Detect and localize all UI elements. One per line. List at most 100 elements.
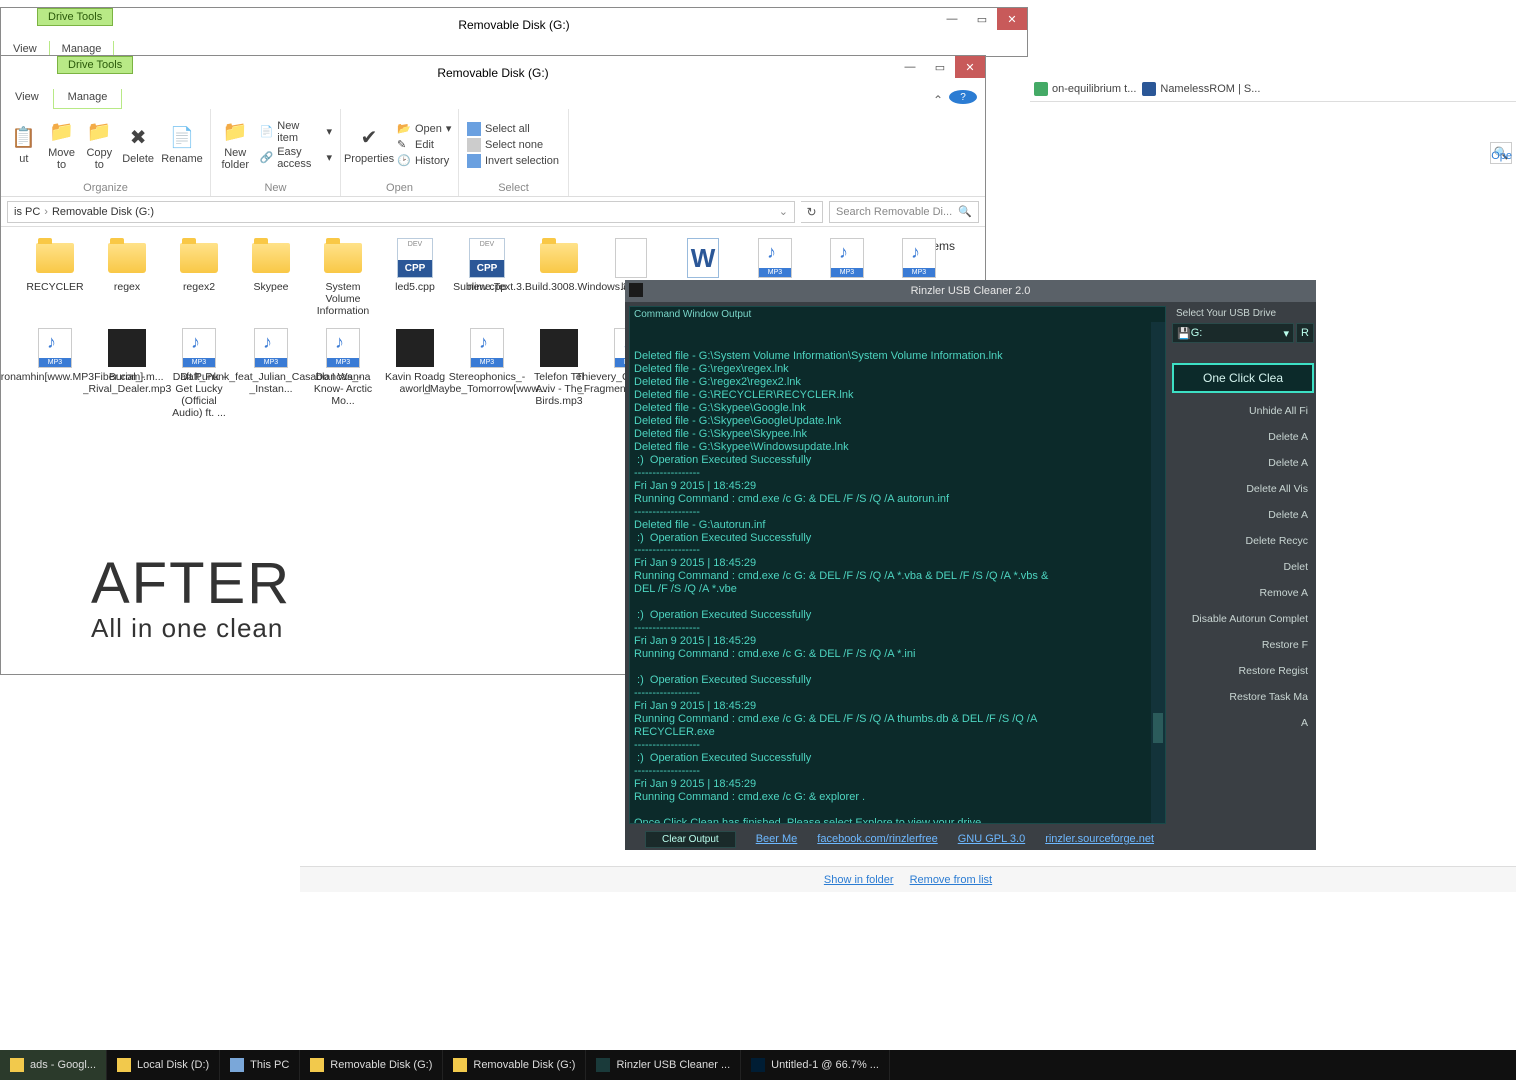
file-name: regex2 <box>183 281 215 293</box>
file-icon <box>394 327 436 369</box>
browser-tabs: on-equilibrium t... NamelessROM | S... <box>1030 76 1516 102</box>
remove-from-list-link[interactable]: Remove from list <box>910 874 993 886</box>
open-link[interactable]: Ope <box>1491 150 1512 162</box>
select-all-button[interactable]: Select all <box>467 122 559 136</box>
rinzler-action-button[interactable]: Delete All Vis <box>1172 479 1314 499</box>
caption-after: AFTER All in one clean <box>91 550 291 644</box>
drive-select[interactable]: 💾 G:▾ <box>1172 323 1294 343</box>
file-icon: DEVCPP <box>466 237 508 279</box>
taskbar-icon <box>751 1058 765 1072</box>
tab-view[interactable]: View <box>1 89 53 109</box>
sourceforge-link[interactable]: rinzler.sourceforge.net <box>1045 833 1154 845</box>
rinzler-action-button[interactable]: Delete A <box>1172 427 1314 447</box>
edit-button[interactable]: ✎Edit <box>397 138 451 152</box>
file-item[interactable]: MP3Borsha_Shironamhin[www.MP3Fiber.com].… <box>21 327 89 419</box>
rinzler-action-button[interactable]: Delet <box>1172 557 1314 577</box>
show-in-folder-link[interactable]: Show in folder <box>824 874 894 886</box>
file-item[interactable]: Burial_-_Rival_Dealer.mp3 <box>93 327 161 419</box>
taskbar-button[interactable]: This PC <box>220 1050 300 1080</box>
file-icon <box>34 237 76 279</box>
taskbar-icon <box>596 1058 610 1072</box>
rinzler-action-button[interactable]: Delete A <box>1172 453 1314 473</box>
browser-tab[interactable]: NamelessROM | S... <box>1142 82 1260 96</box>
taskbar-button[interactable]: Removable Disk (G:) <box>300 1050 443 1080</box>
search-input[interactable]: Search Removable Di... 🔍 <box>829 201 979 223</box>
select-none-button[interactable]: Select none <box>467 138 559 152</box>
refresh-drives-button[interactable]: R <box>1296 323 1314 343</box>
file-item[interactable]: regex2 <box>165 237 233 317</box>
taskbar-button[interactable]: ads - Googl... <box>0 1050 107 1080</box>
file-icon: DEVCPP <box>394 237 436 279</box>
file-icon: MP3 <box>322 327 364 369</box>
gpl-link[interactable]: GNU GPL 3.0 <box>958 833 1025 845</box>
maximize-button[interactable]: ▭ <box>925 56 955 78</box>
rinzler-action-button[interactable]: Remove A <box>1172 583 1314 603</box>
easy-access-button[interactable]: 🔗Easy access ▾ <box>259 146 332 170</box>
file-icon: MP3 <box>754 237 796 279</box>
rinzler-titlebar[interactable]: Rinzler USB Cleaner 2.0 <box>625 280 1316 302</box>
browser-tab[interactable]: on-equilibrium t... <box>1034 82 1136 96</box>
rename-button[interactable]: 📄Rename <box>162 125 202 165</box>
rinzler-action-button[interactable]: Delete Recyc <box>1172 531 1314 551</box>
scrollbar[interactable] <box>1151 322 1165 823</box>
taskbar-button[interactable]: Removable Disk (G:) <box>443 1050 586 1080</box>
close-button[interactable]: ✕ <box>955 56 985 78</box>
breadcrumb[interactable]: is PC › Removable Disk (G:) ⌄ <box>7 201 795 223</box>
taskbar-icon <box>230 1058 244 1072</box>
history-button[interactable]: 🕑History <box>397 154 451 168</box>
file-item[interactable]: MP3Stereophonics_-_Maybe_Tomorrow[www...… <box>453 327 521 419</box>
file-item[interactable]: DEVCPPled5.cpp <box>381 237 449 317</box>
rinzler-action-button[interactable]: Disable Autorun Complet <box>1172 609 1314 629</box>
dropdown-icon[interactable]: ⌄ <box>779 205 788 218</box>
refresh-button[interactable]: ↻ <box>801 201 823 223</box>
taskbar-icon <box>453 1058 467 1072</box>
properties-button[interactable]: ✔Properties <box>349 125 389 165</box>
rinzler-action-button[interactable]: Restore Regist <box>1172 661 1314 681</box>
file-item[interactable]: MP3Daft_Punk_feat_Julian_Casablancas_-_I… <box>237 327 305 419</box>
close-button[interactable]: ✕ <box>997 8 1027 30</box>
clear-output-button[interactable]: Clear Output <box>645 831 736 848</box>
delete-button[interactable]: ✖Delete <box>122 125 154 165</box>
rinzler-action-button[interactable]: Delete A <box>1172 505 1314 525</box>
file-icon <box>250 237 292 279</box>
help-icon[interactable]: ? <box>949 90 977 104</box>
file-item[interactable]: regex <box>93 237 161 317</box>
taskbar-button[interactable]: Untitled-1 @ 66.7% ... <box>741 1050 890 1080</box>
rinzler-action-button[interactable]: Restore Task Ma <box>1172 687 1314 707</box>
rinzler-action-button[interactable]: Unhide All Fi <box>1172 401 1314 421</box>
move-to-button[interactable]: 📁Move to <box>47 119 77 171</box>
rinzler-action-button[interactable]: Restore F <box>1172 635 1314 655</box>
minimize-button[interactable]: — <box>895 56 925 78</box>
new-folder-button[interactable]: 📁New folder <box>219 119 251 171</box>
file-icon: MP3 <box>826 237 868 279</box>
beer-me-link[interactable]: Beer Me <box>756 833 798 845</box>
copy-to-button[interactable]: 📁Copy to <box>84 119 114 171</box>
file-item[interactable]: MP3Do I Wanna Know- Arctic Mo... <box>309 327 377 419</box>
rinzler-action-button[interactable]: A <box>1172 713 1314 733</box>
minimize-button[interactable]: — <box>937 8 967 30</box>
select-drive-label: Select Your USB Drive <box>1172 306 1314 321</box>
breadcrumb-drive[interactable]: Removable Disk (G:) <box>52 206 154 218</box>
open-button[interactable]: 📂Open ▾ <box>397 122 451 136</box>
facebook-link[interactable]: facebook.com/rinzlerfree <box>817 833 937 845</box>
tab-manage[interactable]: Manage <box>53 89 123 109</box>
command-output[interactable]: Deleted file - G:\System Volume Informat… <box>630 322 1165 823</box>
cut-button[interactable]: 📋ut <box>9 125 39 165</box>
maximize-button[interactable]: ▭ <box>967 8 997 30</box>
file-item[interactable]: DEVCPPnew.cpp <box>453 237 521 317</box>
file-icon: MP3 <box>178 327 220 369</box>
invert-selection-button[interactable]: Invert selection <box>467 154 559 168</box>
breadcrumb-thispc[interactable]: is PC <box>14 206 40 218</box>
file-item[interactable]: Sublime.Text.3.Build.3008.Windows.32bit.… <box>525 237 593 317</box>
one-click-clean-button[interactable]: One Click Clea <box>1172 363 1314 393</box>
scrollbar-thumb[interactable] <box>1153 713 1163 743</box>
file-item[interactable]: RECYCLER <box>21 237 89 317</box>
output-header: Command Window Output <box>630 307 1165 322</box>
taskbar-button[interactable]: Local Disk (D:) <box>107 1050 220 1080</box>
file-item[interactable]: System Volume Information <box>309 237 377 317</box>
taskbar-button[interactable]: Rinzler USB Cleaner ... <box>586 1050 741 1080</box>
new-item-button[interactable]: 📄New item ▾ <box>259 120 332 144</box>
file-item[interactable]: Skypee <box>237 237 305 317</box>
file-icon <box>538 237 580 279</box>
file-name: Skypee <box>253 281 288 293</box>
